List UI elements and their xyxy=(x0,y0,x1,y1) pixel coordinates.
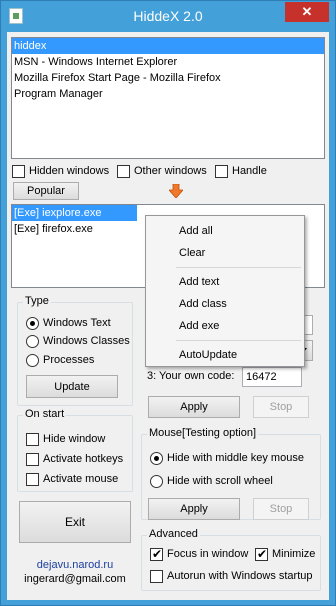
menu-item-add-exe[interactable]: Add exe xyxy=(179,320,219,332)
checkbox-box[interactable] xyxy=(150,547,163,561)
stop-button[interactable]: Stop xyxy=(253,396,309,418)
processes-radio[interactable]: Processes xyxy=(26,353,94,367)
checkbox-box[interactable] xyxy=(255,547,268,561)
windows-classes-radio[interactable]: Windows Classes xyxy=(26,334,130,348)
advanced-group-label: Advanced xyxy=(147,528,200,540)
handle-checkbox[interactable]: Handle xyxy=(215,164,267,178)
update-button[interactable]: Update xyxy=(26,375,118,398)
list-item[interactable]: Program Manager xyxy=(12,86,324,102)
exit-button[interactable]: Exit xyxy=(19,501,131,543)
mouse-group-label: Mouse[Testing option] xyxy=(147,427,259,439)
popular-button[interactable]: Popular xyxy=(13,182,79,200)
activate-hotkeys-checkbox[interactable]: Activate hotkeys xyxy=(26,452,123,466)
activate-hotkeys-label: Activate hotkeys xyxy=(43,453,124,465)
on-start-group: On start Hide window Activate hotkeys Ac… xyxy=(17,408,133,492)
autorun-label: Autorun with Windows startup xyxy=(167,570,313,582)
own-code-label: 3: Your own code: xyxy=(147,370,235,382)
checkbox-box[interactable] xyxy=(26,472,39,486)
type-group: Type Windows Text Windows Classes Proces… xyxy=(17,295,133,406)
on-start-group-label: On start xyxy=(23,408,67,420)
mouse-group: Mouse[Testing option] Hide with middle k… xyxy=(141,427,321,520)
mouse-apply-button[interactable]: Apply xyxy=(148,498,240,520)
radio-button[interactable] xyxy=(26,334,39,348)
menu-item-clear[interactable]: Clear xyxy=(179,247,205,259)
handle-label: Handle xyxy=(232,165,267,177)
processes-label: Processes xyxy=(43,354,95,366)
scroll-wheel-radio[interactable]: Hide with scroll wheel xyxy=(150,474,273,488)
radio-button[interactable] xyxy=(26,353,39,367)
menu-item-add-class[interactable]: Add class xyxy=(179,298,227,310)
menu-item-add-text[interactable]: Add text xyxy=(179,276,219,288)
middle-key-radio[interactable]: Hide with middle key mouse xyxy=(150,451,304,465)
windows-list[interactable]: hiddex MSN - Windows Internet Explorer M… xyxy=(11,37,325,159)
website-link[interactable]: dejavu.narod.ru xyxy=(7,559,143,571)
windows-classes-label: Windows Classes xyxy=(43,335,130,347)
checkbox-box[interactable] xyxy=(26,452,39,466)
checkbox-box[interactable] xyxy=(12,164,25,178)
mouse-stop-button[interactable]: Stop xyxy=(253,498,309,520)
radio-button[interactable] xyxy=(26,316,39,330)
hidden-windows-checkbox[interactable]: Hidden windows xyxy=(12,164,109,178)
menu-item-autoupdate[interactable]: AutoUpdate xyxy=(179,349,237,361)
context-menu: Add all Clear Add text Add class Add exe… xyxy=(145,215,305,367)
menu-item-add-all[interactable]: Add all xyxy=(179,225,213,237)
checkbox-box[interactable] xyxy=(215,164,228,178)
radio-button[interactable] xyxy=(150,474,163,488)
scroll-wheel-label: Hide with scroll wheel xyxy=(167,475,273,487)
hide-window-checkbox[interactable]: Hide window xyxy=(26,432,105,446)
apply-button[interactable]: Apply xyxy=(148,396,240,418)
activate-mouse-label: Activate mouse xyxy=(43,473,119,485)
list-item[interactable]: [Exe] iexplore.exe xyxy=(12,205,137,221)
title-bar[interactable]: HiddeX 2.0 ✕ xyxy=(1,1,335,32)
checkbox-box[interactable] xyxy=(26,432,39,446)
focus-in-window-checkbox[interactable]: Focus in window xyxy=(150,547,248,561)
focus-in-window-label: Focus in window xyxy=(167,548,249,560)
windows-text-label: Windows Text xyxy=(43,317,111,329)
list-item[interactable]: hiddex xyxy=(12,38,324,54)
email-text[interactable]: ingerard@gmail.com xyxy=(7,573,143,585)
minimize-checkbox[interactable]: Minimize xyxy=(255,547,315,561)
checkbox-box[interactable] xyxy=(150,569,163,583)
list-item[interactable]: MSN - Windows Internet Explorer xyxy=(12,54,324,70)
hidden-windows-label: Hidden windows xyxy=(29,165,110,177)
close-button[interactable]: ✕ xyxy=(285,2,329,22)
hide-window-label: Hide window xyxy=(43,433,106,445)
menu-separator xyxy=(176,340,301,341)
client-area: hiddex MSN - Windows Internet Explorer M… xyxy=(7,32,329,600)
windows-text-radio[interactable]: Windows Text xyxy=(26,316,111,330)
middle-key-label: Hide with middle key mouse xyxy=(167,452,304,464)
main-window: HiddeX 2.0 ✕ hiddex MSN - Windows Intern… xyxy=(0,0,336,606)
advanced-group: Advanced Focus in window Minimize Autoru… xyxy=(141,528,321,591)
other-windows-checkbox[interactable]: Other windows xyxy=(117,164,207,178)
menu-separator xyxy=(176,267,301,268)
type-group-label: Type xyxy=(23,295,51,307)
minimize-label: Minimize xyxy=(272,548,316,560)
other-windows-label: Other windows xyxy=(134,165,207,177)
checkbox-box[interactable] xyxy=(117,164,130,178)
radio-button[interactable] xyxy=(150,451,163,465)
autorun-checkbox[interactable]: Autorun with Windows startup xyxy=(150,569,313,583)
activate-mouse-checkbox[interactable]: Activate mouse xyxy=(26,472,118,486)
arrow-down-icon[interactable] xyxy=(169,184,183,198)
own-code-field[interactable]: 16472 xyxy=(242,367,302,387)
list-item[interactable]: Mozilla Firefox Start Page - Mozilla Fir… xyxy=(12,70,324,86)
